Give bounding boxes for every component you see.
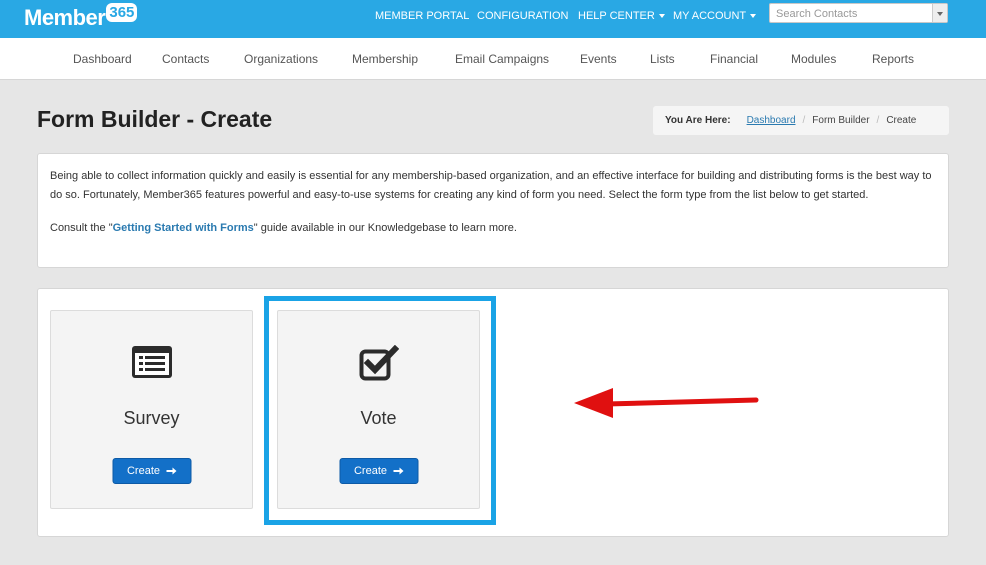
nav-configuration[interactable]: CONFIGURATION: [477, 0, 568, 32]
main-nav: Dashboard Contacts Organizations Members…: [0, 38, 986, 80]
search-contacts[interactable]: [769, 3, 948, 23]
intro-panel: Being able to collect information quickl…: [37, 153, 949, 268]
logo[interactable]: Member 365: [24, 3, 138, 33]
top-bar: Member 365 MEMBER PORTAL CONFIGURATION H…: [0, 0, 986, 38]
nav-dashboard[interactable]: Dashboard: [73, 52, 132, 66]
breadcrumb-separator: /: [802, 115, 806, 126]
list-icon: [131, 345, 173, 384]
create-survey-label: Create: [126, 465, 161, 477]
page-title: Form Builder - Create: [37, 106, 273, 132]
nav-events[interactable]: Events: [580, 52, 617, 66]
caret-down-icon: [750, 14, 757, 18]
survey-title: Survey: [123, 408, 180, 428]
nav-lists[interactable]: Lists: [650, 52, 675, 66]
nav-modules[interactable]: Modules: [791, 52, 836, 66]
nav-financial[interactable]: Financial: [710, 52, 758, 66]
search-dropdown-button[interactable]: [932, 4, 947, 22]
nav-member-portal[interactable]: MEMBER PORTAL: [375, 0, 469, 32]
nav-reports[interactable]: Reports: [872, 52, 914, 66]
breadcrumb-form-builder: Form Builder: [812, 115, 870, 126]
nav-my-account[interactable]: MY ACCOUNT: [673, 0, 757, 32]
logo-word: Member: [24, 5, 106, 30]
breadcrumb-create: Create: [886, 115, 917, 126]
survey-card: Survey Create: [50, 310, 253, 509]
guide-text-before: Consult the ": [50, 222, 113, 234]
breadcrumb: You Are Here: Dashboard / Form Builder /…: [653, 106, 949, 135]
nav-help-center[interactable]: HELP CENTER: [578, 0, 665, 32]
nav-configuration-label: CONFIGURATION: [477, 10, 569, 22]
guide-text-after: " guide available in our Knowledgebase t…: [253, 222, 517, 234]
getting-started-guide-link[interactable]: Getting Started with Forms: [113, 222, 254, 234]
breadcrumb-separator: /: [876, 115, 880, 126]
nav-email-campaigns[interactable]: Email Campaigns: [455, 52, 549, 66]
breadcrumb-dashboard[interactable]: Dashboard: [747, 115, 796, 126]
intro-paragraph: Being able to collect information quickl…: [50, 170, 932, 201]
annotation-arrow-icon: [574, 388, 759, 418]
nav-member-portal-label: MEMBER PORTAL: [375, 10, 470, 22]
logo-number: 365: [106, 3, 138, 22]
create-survey-button[interactable]: Create: [112, 458, 191, 484]
arrow-right-icon: [166, 467, 177, 475]
intro-guide-note: Consult the "Getting Started with Forms"…: [50, 219, 936, 238]
nav-organizations[interactable]: Organizations: [244, 52, 318, 66]
search-input[interactable]: [770, 5, 930, 23]
caret-down-icon: [658, 14, 665, 18]
nav-contacts[interactable]: Contacts: [162, 52, 209, 66]
vote-highlight-box: [264, 296, 496, 525]
nav-membership[interactable]: Membership: [352, 52, 418, 66]
nav-help-center-label: HELP CENTER: [578, 10, 655, 22]
breadcrumb-prefix: You Are Here:: [665, 115, 731, 126]
nav-my-account-label: MY ACCOUNT: [673, 10, 747, 22]
